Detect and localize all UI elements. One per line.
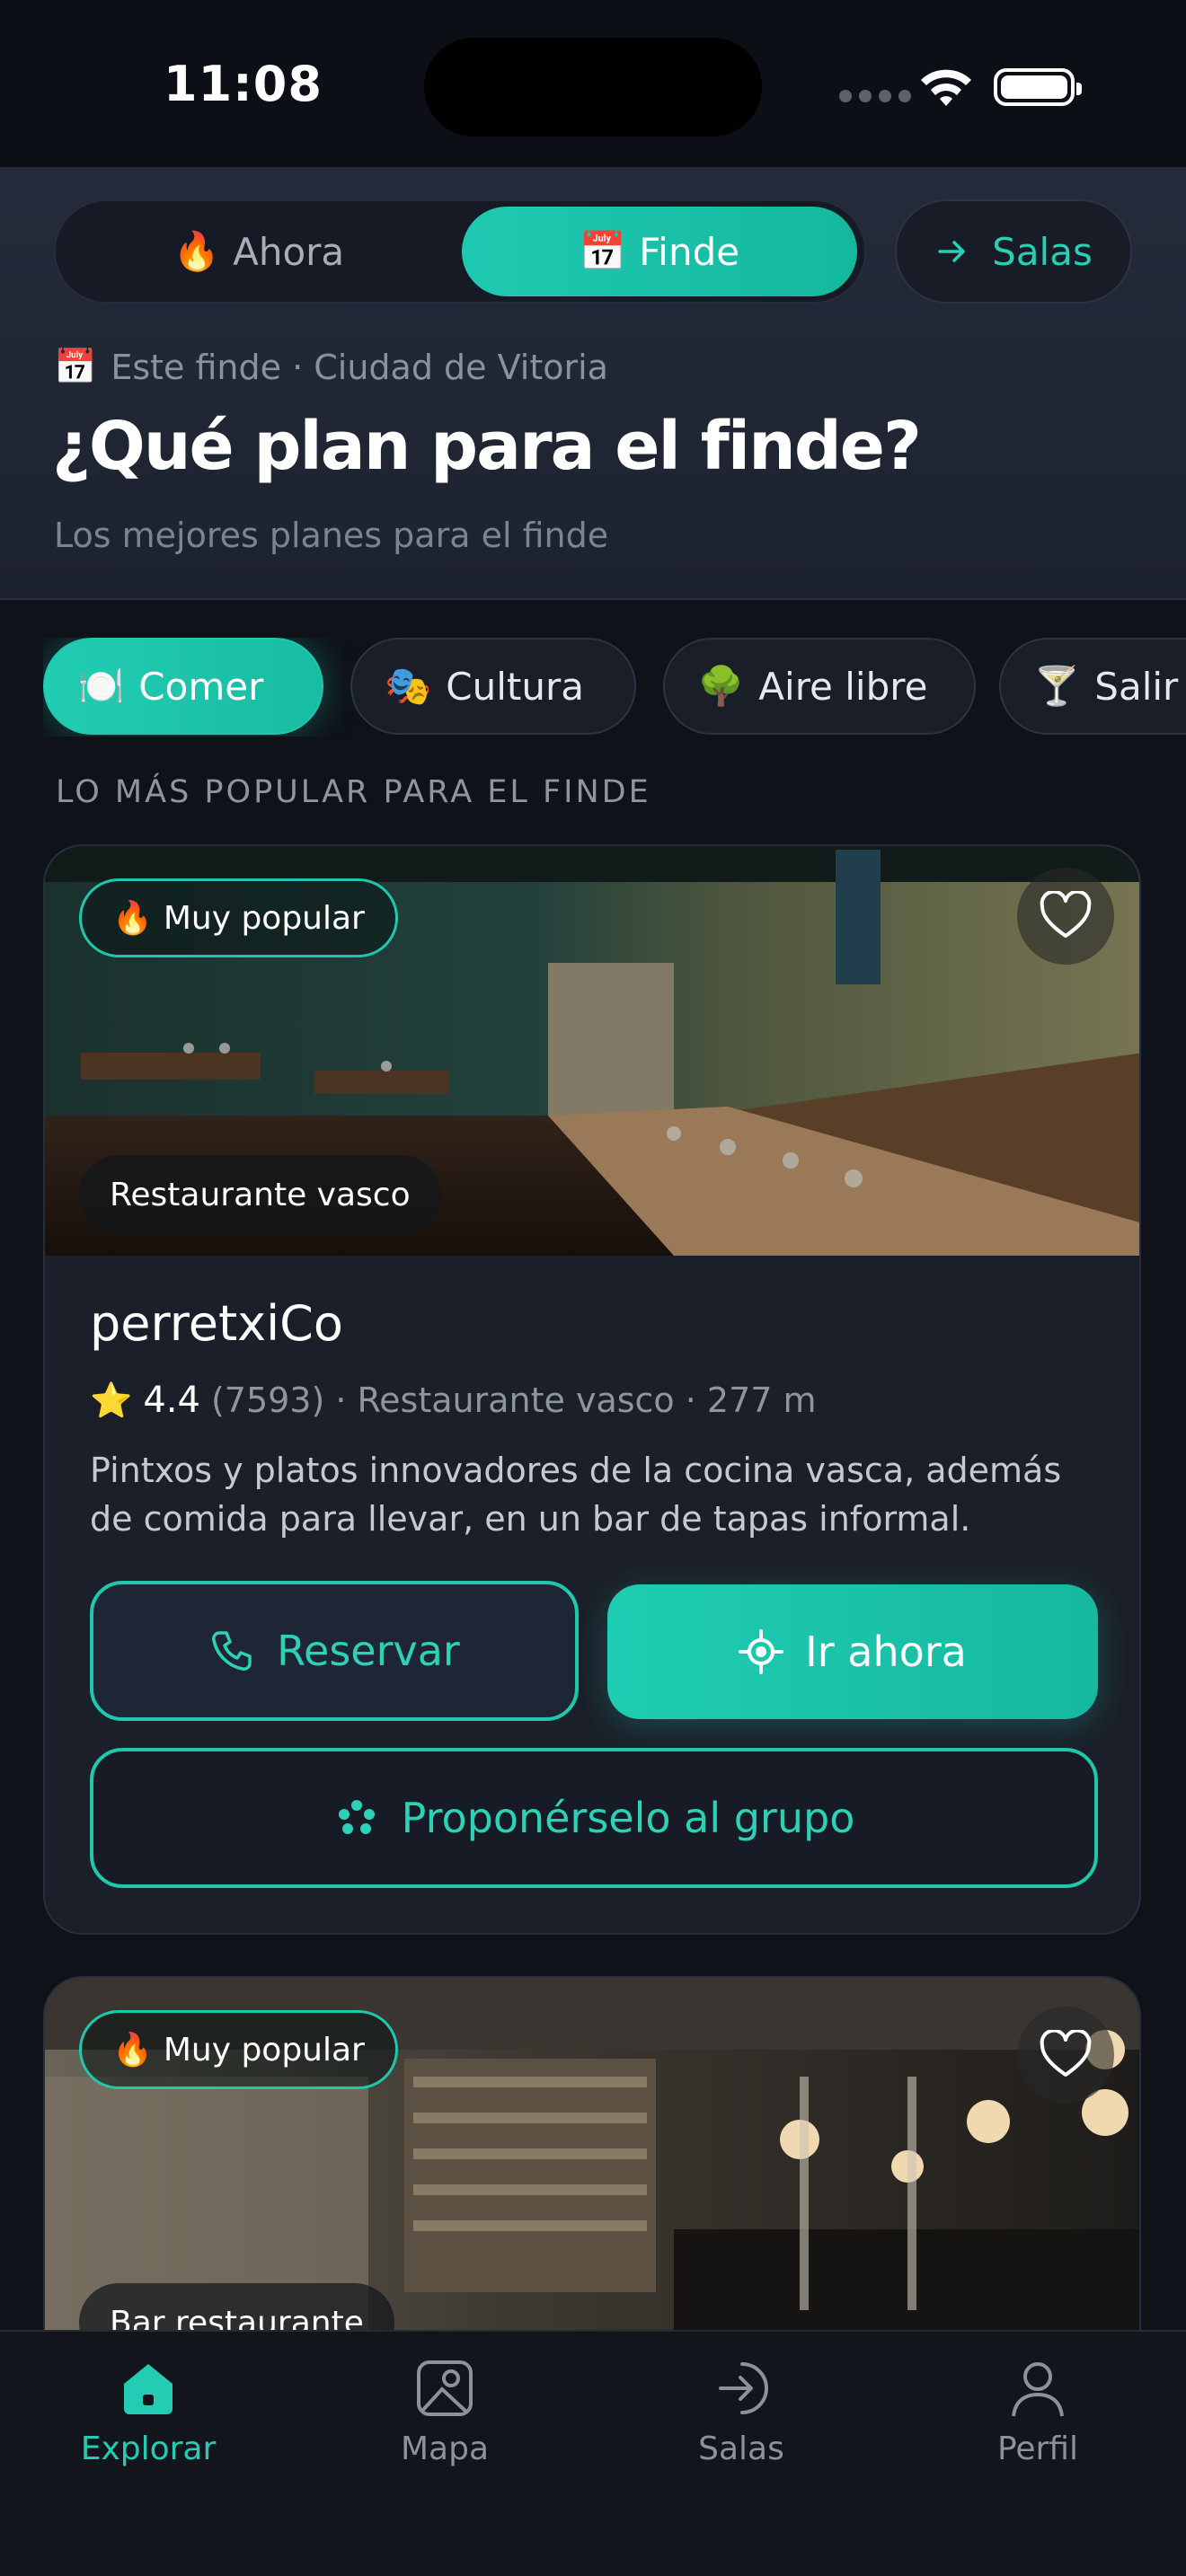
calendar-icon: 📅 <box>579 229 627 273</box>
plate-icon: 🍽️ <box>77 664 125 708</box>
heart-icon <box>1040 2030 1092 2077</box>
battery-icon <box>994 68 1082 106</box>
tab-label: Salas <box>698 2430 784 2467</box>
tab-bar: Explorar Mapa Salas Perfil <box>0 2330 1186 2576</box>
tab-perfil[interactable]: Perfil <box>890 2359 1186 2467</box>
badge-label: Muy popular <box>163 2031 365 2069</box>
person-icon <box>1012 2362 1064 2417</box>
map-icon <box>417 2360 473 2416</box>
meta-text: Este finde · Ciudad de Vitoria <box>111 347 608 387</box>
tab-mapa[interactable]: Mapa <box>296 2359 593 2467</box>
tab-label: Perfil <box>996 2430 1079 2467</box>
reserve-label: Reservar <box>277 1627 460 1675</box>
chip-label: Cultura <box>446 664 585 709</box>
review-count: (7593) <box>210 1381 325 1420</box>
location-meta: 📅 Este finde · Ciudad de Vitoria <box>54 347 608 387</box>
place-card[interactable]: 🔥 Muy popular Restaurante vasco perretxi… <box>43 844 1141 1935</box>
chip-salir[interactable]: 🍸 Salir <box>999 638 1186 735</box>
popular-badge: 🔥 Muy popular <box>79 2010 398 2089</box>
chip-label: Comer <box>138 664 264 709</box>
cellular-signal-icon <box>839 90 911 102</box>
theater-masks-icon: 🎭 <box>385 664 432 708</box>
page-subtitle: Los mejores planes para el finde <box>54 516 609 555</box>
category-chips: 🍽️ Comer 🎭 Cultura 🌳 Aire libre 🍸 Salir <box>43 638 1186 737</box>
home-icon <box>124 2364 173 2414</box>
heart-icon <box>1040 891 1092 938</box>
dynamic-island <box>424 38 762 137</box>
status-time: 11:08 <box>164 56 323 112</box>
crosshair-icon <box>739 1629 784 1674</box>
chip-label: Aire libre <box>758 664 928 709</box>
group-icon <box>338 1800 375 1834</box>
salas-label: Salas <box>992 229 1093 274</box>
chip-label: Salir <box>1094 664 1179 709</box>
salas-button[interactable]: Salas <box>895 199 1132 304</box>
place-description: Pintxos y platos innovadores de la cocin… <box>90 1451 1062 1539</box>
place-photo: 🔥 Muy popular Restaurante vasco <box>45 846 1139 1256</box>
chip-comer[interactable]: 🍽️ Comer <box>43 638 323 735</box>
badge-label: Muy popular <box>163 899 365 937</box>
segment-label: Ahora <box>233 229 345 274</box>
star-icon: ⭐ <box>90 1380 133 1420</box>
rating-score: 4.4 <box>143 1380 200 1421</box>
enter-icon <box>719 2362 768 2414</box>
time-segmented-control: 🔥 Ahora 📅 Finde <box>54 199 866 304</box>
tab-explorar[interactable]: Explorar <box>0 2359 296 2467</box>
tab-label: Mapa <box>400 2430 490 2467</box>
wifi-icon <box>921 69 971 106</box>
favorite-button[interactable] <box>1017 868 1114 965</box>
popular-badge: 🔥 Muy popular <box>79 878 398 957</box>
rating-row: ⭐ 4.4 (7593) · Restaurante vasco · 277 m <box>90 1380 817 1421</box>
tab-salas[interactable]: Salas <box>593 2359 890 2467</box>
chip-cultura[interactable]: 🎭 Cultura <box>350 638 636 735</box>
section-label: LO MÁS POPULAR PARA EL FINDE <box>56 774 651 810</box>
go-now-button[interactable]: Ir ahora <box>607 1584 1098 1719</box>
header: 🔥 Ahora 📅 Finde Salas 📅 Este finde · Ciu… <box>0 167 1186 600</box>
enter-icon <box>938 241 965 262</box>
propose-label: Proponérselo al grupo <box>401 1794 855 1842</box>
page-title: ¿Qué plan para el finde? <box>52 408 922 485</box>
status-bar: 11:08 <box>0 0 1186 167</box>
app-screen: 11:08 🔥 Ahora 📅 Finde Salas 📅 Este finde… <box>0 0 1186 2576</box>
favorite-button[interactable] <box>1017 2007 1114 2104</box>
tree-icon: 🌳 <box>697 664 745 708</box>
calendar-icon: 📅 <box>54 347 97 386</box>
segment-finde[interactable]: 📅 Finde <box>462 207 857 296</box>
phone-icon <box>212 1631 252 1671</box>
place-details: · Restaurante vasco · 277 m <box>335 1381 817 1420</box>
fire-icon: 🔥 <box>112 900 153 937</box>
reserve-button[interactable]: Reservar <box>90 1581 579 1721</box>
chip-aire-libre[interactable]: 🌳 Aire libre <box>663 638 976 735</box>
propose-to-group-button[interactable]: Proponérselo al grupo <box>90 1748 1098 1888</box>
segment-ahora[interactable]: 🔥 Ahora <box>61 207 456 296</box>
tab-label: Explorar <box>80 2430 217 2467</box>
type-label: Restaurante vasco <box>110 1176 411 1213</box>
cocktail-icon: 🍸 <box>1033 664 1081 708</box>
go-now-label: Ir ahora <box>805 1628 967 1676</box>
fire-icon: 🔥 <box>173 229 221 273</box>
place-name: perretxiCo <box>90 1295 343 1352</box>
fire-icon: 🔥 <box>112 2032 153 2069</box>
type-pill: Restaurante vasco <box>79 1155 441 1234</box>
segment-label: Finde <box>639 229 740 274</box>
